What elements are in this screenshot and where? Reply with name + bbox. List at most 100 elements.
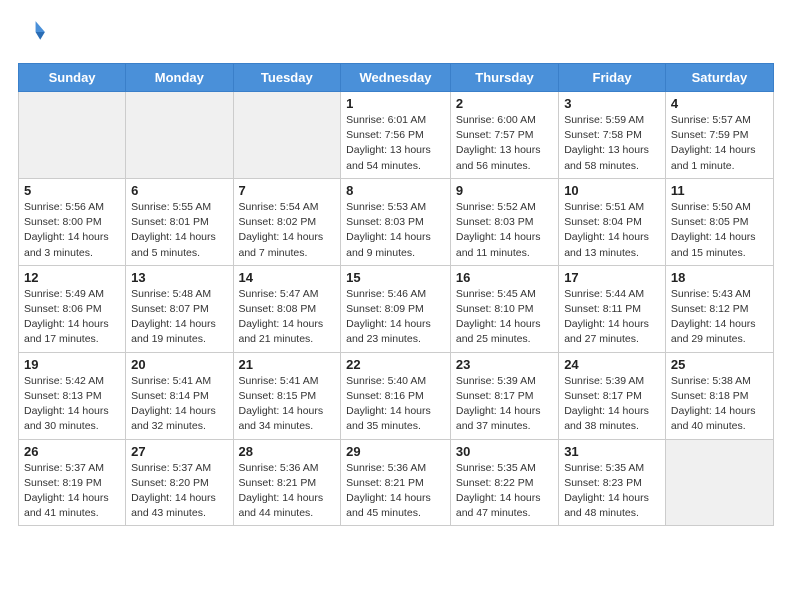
- calendar-cell: 8 Sunrise: 5:53 AM Sunset: 8:03 PM Daylig…: [341, 178, 451, 265]
- day-info: Sunrise: 5:45 AM Sunset: 8:10 PM Dayligh…: [456, 287, 553, 348]
- weekday-header-wednesday: Wednesday: [341, 64, 451, 92]
- day-number: 21: [239, 357, 336, 372]
- calendar-cell: 10 Sunrise: 5:51 AM Sunset: 8:04 PM Dayli…: [559, 178, 666, 265]
- calendar-cell: 7 Sunrise: 5:54 AM Sunset: 8:02 PM Daylig…: [233, 178, 341, 265]
- weekday-header-friday: Friday: [559, 64, 666, 92]
- day-number: 12: [24, 270, 120, 285]
- calendar-cell: 23 Sunrise: 5:39 AM Sunset: 8:17 PM Dayli…: [450, 352, 558, 439]
- day-number: 28: [239, 444, 336, 459]
- calendar-cell: 21 Sunrise: 5:41 AM Sunset: 8:15 PM Dayli…: [233, 352, 341, 439]
- day-info: Sunrise: 5:41 AM Sunset: 8:14 PM Dayligh…: [131, 374, 227, 435]
- day-info: Sunrise: 5:39 AM Sunset: 8:17 PM Dayligh…: [564, 374, 660, 435]
- calendar-cell: 15 Sunrise: 5:46 AM Sunset: 8:09 PM Dayli…: [341, 265, 451, 352]
- day-number: 29: [346, 444, 445, 459]
- calendar-cell: 25 Sunrise: 5:38 AM Sunset: 8:18 PM Dayli…: [665, 352, 773, 439]
- weekday-header-thursday: Thursday: [450, 64, 558, 92]
- calendar-cell: 4Sunrise: 5:57 AM Sunset: 7:59 PM Daylig…: [665, 92, 773, 179]
- calendar-cell: 13 Sunrise: 5:48 AM Sunset: 8:07 PM Dayli…: [126, 265, 233, 352]
- day-info: Sunrise: 5:35 AM Sunset: 8:23 PM Dayligh…: [564, 461, 660, 522]
- day-number: 19: [24, 357, 120, 372]
- day-number: 23: [456, 357, 553, 372]
- week-row-2: 5 Sunrise: 5:56 AM Sunset: 8:00 PM Daylig…: [19, 178, 774, 265]
- day-number: 20: [131, 357, 227, 372]
- day-number: 13: [131, 270, 227, 285]
- calendar-cell: 11 Sunrise: 5:50 AM Sunset: 8:05 PM Dayli…: [665, 178, 773, 265]
- calendar-cell: 18 Sunrise: 5:43 AM Sunset: 8:12 PM Dayli…: [665, 265, 773, 352]
- day-info: Sunrise: 5:51 AM Sunset: 8:04 PM Dayligh…: [564, 200, 660, 261]
- day-number: 2: [456, 96, 553, 111]
- day-info: Sunrise: 5:53 AM Sunset: 8:03 PM Dayligh…: [346, 200, 445, 261]
- calendar-cell: 24 Sunrise: 5:39 AM Sunset: 8:17 PM Dayli…: [559, 352, 666, 439]
- day-info: Sunrise: 5:36 AM Sunset: 8:21 PM Dayligh…: [239, 461, 336, 522]
- day-info: Sunrise: 5:37 AM Sunset: 8:19 PM Dayligh…: [24, 461, 120, 522]
- calendar-cell: 12Sunrise: 5:49 AM Sunset: 8:06 PM Dayli…: [19, 265, 126, 352]
- day-info: Sunrise: 5:52 AM Sunset: 8:03 PM Dayligh…: [456, 200, 553, 261]
- day-number: 8: [346, 183, 445, 198]
- calendar-cell: 27Sunrise: 5:37 AM Sunset: 8:20 PM Dayli…: [126, 439, 233, 526]
- calendar-table: SundayMondayTuesdayWednesdayThursdayFrid…: [18, 63, 774, 526]
- calendar-cell: 14Sunrise: 5:47 AM Sunset: 8:08 PM Dayli…: [233, 265, 341, 352]
- calendar-cell: 16 Sunrise: 5:45 AM Sunset: 8:10 PM Dayli…: [450, 265, 558, 352]
- day-info: Sunrise: 5:55 AM Sunset: 8:01 PM Dayligh…: [131, 200, 227, 261]
- calendar-cell: 29Sunrise: 5:36 AM Sunset: 8:21 PM Dayli…: [341, 439, 451, 526]
- day-info: Sunrise: 5:42 AM Sunset: 8:13 PM Dayligh…: [24, 374, 120, 435]
- day-info: Sunrise: 6:00 AM Sunset: 7:57 PM Dayligh…: [456, 113, 553, 174]
- calendar-cell: 17Sunrise: 5:44 AM Sunset: 8:11 PM Dayli…: [559, 265, 666, 352]
- day-info: Sunrise: 5:56 AM Sunset: 8:00 PM Dayligh…: [24, 200, 120, 261]
- week-row-3: 12Sunrise: 5:49 AM Sunset: 8:06 PM Dayli…: [19, 265, 774, 352]
- day-number: 25: [671, 357, 768, 372]
- logo: [18, 18, 50, 51]
- week-row-1: 1 Sunrise: 6:01 AM Sunset: 7:56 PM Daylig…: [19, 92, 774, 179]
- calendar-cell: [126, 92, 233, 179]
- day-info: Sunrise: 5:38 AM Sunset: 8:18 PM Dayligh…: [671, 374, 768, 435]
- header: [18, 18, 774, 51]
- day-number: 17: [564, 270, 660, 285]
- day-number: 6: [131, 183, 227, 198]
- day-number: 16: [456, 270, 553, 285]
- day-number: 31: [564, 444, 660, 459]
- day-info: Sunrise: 5:48 AM Sunset: 8:07 PM Dayligh…: [131, 287, 227, 348]
- calendar-cell: [233, 92, 341, 179]
- calendar-cell: 26 Sunrise: 5:37 AM Sunset: 8:19 PM Dayli…: [19, 439, 126, 526]
- day-number: 7: [239, 183, 336, 198]
- calendar-cell: 1 Sunrise: 6:01 AM Sunset: 7:56 PM Daylig…: [341, 92, 451, 179]
- day-number: 11: [671, 183, 768, 198]
- calendar-cell: 2 Sunrise: 6:00 AM Sunset: 7:57 PM Daylig…: [450, 92, 558, 179]
- day-info: Sunrise: 5:46 AM Sunset: 8:09 PM Dayligh…: [346, 287, 445, 348]
- day-info: Sunrise: 5:57 AM Sunset: 7:59 PM Dayligh…: [671, 113, 768, 174]
- day-number: 1: [346, 96, 445, 111]
- calendar-cell: [19, 92, 126, 179]
- day-number: 14: [239, 270, 336, 285]
- calendar-cell: 3 Sunrise: 5:59 AM Sunset: 7:58 PM Daylig…: [559, 92, 666, 179]
- day-number: 3: [564, 96, 660, 111]
- weekday-header-tuesday: Tuesday: [233, 64, 341, 92]
- day-number: 5: [24, 183, 120, 198]
- logo-icon: [20, 18, 48, 46]
- calendar-cell: 9Sunrise: 5:52 AM Sunset: 8:03 PM Daylig…: [450, 178, 558, 265]
- calendar-cell: 19 Sunrise: 5:42 AM Sunset: 8:13 PM Dayli…: [19, 352, 126, 439]
- weekday-header-sunday: Sunday: [19, 64, 126, 92]
- day-info: Sunrise: 5:35 AM Sunset: 8:22 PM Dayligh…: [456, 461, 553, 522]
- calendar-cell: 31 Sunrise: 5:35 AM Sunset: 8:23 PM Dayli…: [559, 439, 666, 526]
- calendar-cell: 6 Sunrise: 5:55 AM Sunset: 8:01 PM Daylig…: [126, 178, 233, 265]
- calendar-cell: 28 Sunrise: 5:36 AM Sunset: 8:21 PM Dayli…: [233, 439, 341, 526]
- day-number: 26: [24, 444, 120, 459]
- day-number: 24: [564, 357, 660, 372]
- day-info: Sunrise: 6:01 AM Sunset: 7:56 PM Dayligh…: [346, 113, 445, 174]
- day-info: Sunrise: 5:41 AM Sunset: 8:15 PM Dayligh…: [239, 374, 336, 435]
- day-info: Sunrise: 5:40 AM Sunset: 8:16 PM Dayligh…: [346, 374, 445, 435]
- day-number: 22: [346, 357, 445, 372]
- calendar-cell: [665, 439, 773, 526]
- day-number: 30: [456, 444, 553, 459]
- day-info: Sunrise: 5:59 AM Sunset: 7:58 PM Dayligh…: [564, 113, 660, 174]
- day-info: Sunrise: 5:54 AM Sunset: 8:02 PM Dayligh…: [239, 200, 336, 261]
- weekday-header-saturday: Saturday: [665, 64, 773, 92]
- day-number: 10: [564, 183, 660, 198]
- day-info: Sunrise: 5:39 AM Sunset: 8:17 PM Dayligh…: [456, 374, 553, 435]
- week-row-5: 26 Sunrise: 5:37 AM Sunset: 8:19 PM Dayli…: [19, 439, 774, 526]
- day-info: Sunrise: 5:50 AM Sunset: 8:05 PM Dayligh…: [671, 200, 768, 261]
- day-number: 15: [346, 270, 445, 285]
- page: SundayMondayTuesdayWednesdayThursdayFrid…: [0, 0, 792, 536]
- day-number: 18: [671, 270, 768, 285]
- day-info: Sunrise: 5:43 AM Sunset: 8:12 PM Dayligh…: [671, 287, 768, 348]
